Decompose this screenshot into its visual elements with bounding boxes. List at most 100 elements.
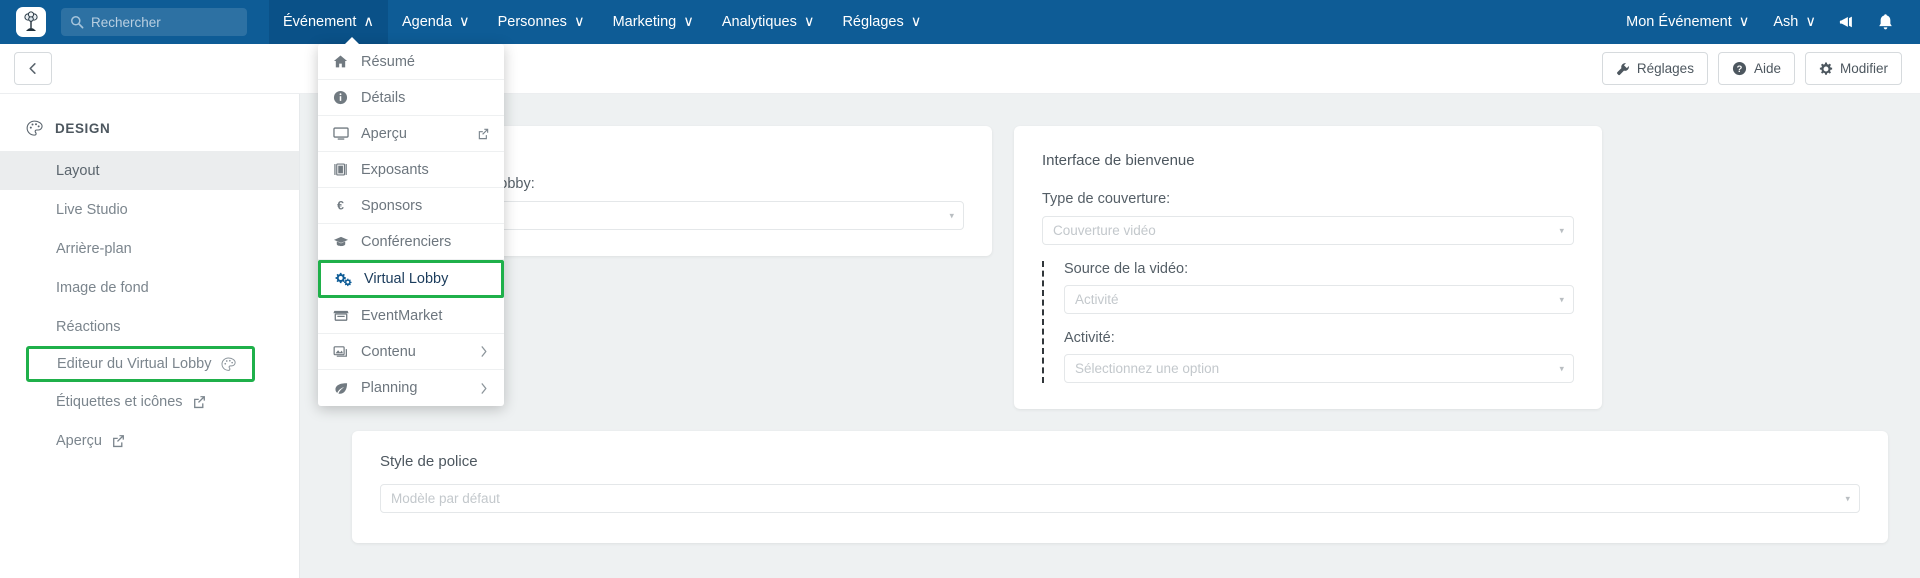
- edit-button-label: Modifier: [1839, 61, 1888, 76]
- back-button[interactable]: [14, 52, 52, 85]
- bell-icon[interactable]: [1866, 0, 1904, 44]
- dropdown-item-label: Conférenciers: [361, 233, 452, 250]
- gear-icon: [1819, 62, 1833, 76]
- chevron-down-icon: ▾: [1559, 363, 1564, 373]
- sidebar-item-editeur-du-virtual-lobby[interactable]: Editeur du Virtual Lobby: [26, 346, 255, 382]
- chevron-down-icon: ▾: [1559, 225, 1564, 235]
- sidebar-item-reactions[interactable]: Réactions: [0, 307, 299, 346]
- dropdown-item-conferenciers[interactable]: Conférenciers: [318, 224, 504, 260]
- activity-select[interactable]: Sélectionnez une option ▾: [1064, 354, 1574, 383]
- sidebar-item-layout[interactable]: Layout: [0, 151, 299, 190]
- user-menu-label: Ash: [1773, 14, 1799, 30]
- book-icon: [332, 162, 349, 177]
- palette-icon: [26, 120, 43, 137]
- search-input[interactable]: [91, 14, 238, 30]
- dropdown-item-virtual-lobby[interactable]: Virtual Lobby: [318, 260, 504, 298]
- evenement-dropdown-menu: Résumé Détails Aperçu Exposants € Sponso…: [318, 37, 504, 406]
- nav-menu-reglages-label: Réglages: [842, 14, 904, 30]
- video-source-select[interactable]: Activité ▾: [1064, 285, 1574, 314]
- page-subheader: Réglages ? Aide Modifier: [0, 44, 1920, 94]
- main-content: mise en page du Lobby: ▾ Interface de bi…: [300, 94, 1920, 578]
- dropdown-item-label: Planning: [361, 380, 418, 396]
- event-switcher[interactable]: Mon Événement ∨: [1614, 0, 1761, 44]
- nav-menu-agenda[interactable]: Agenda ∨: [388, 0, 484, 44]
- sidebar-item-live-studio[interactable]: Live Studio: [0, 190, 299, 229]
- sidebar-item-label: Editeur du Virtual Lobby: [57, 356, 212, 372]
- sidebar-item-label: Réactions: [56, 318, 121, 335]
- sidebar-section-label: DESIGN: [55, 121, 111, 136]
- dropdown-item-resume[interactable]: Résumé: [318, 44, 504, 80]
- svg-text:€: €: [337, 199, 344, 213]
- chevron-right-icon: [480, 382, 488, 395]
- dropdown-item-details[interactable]: Détails: [318, 80, 504, 116]
- edit-button[interactable]: Modifier: [1804, 52, 1902, 85]
- chevron-down-icon: ▾: [1845, 493, 1850, 503]
- cover-type-label: Type de couverture:: [1042, 191, 1171, 207]
- video-source-block: Source de la vidéo: Activité ▾: [1064, 261, 1574, 314]
- monitor-icon: [332, 126, 349, 141]
- chevron-down-icon: ∨: [458, 14, 470, 30]
- external-link-icon: [477, 127, 490, 140]
- activity-label: Activité:: [1064, 330, 1115, 346]
- dropdown-item-label: Sponsors: [361, 197, 423, 214]
- search-box[interactable]: [61, 8, 247, 36]
- chevron-left-icon: [27, 62, 39, 75]
- navbar-right-group: Mon Événement ∨ Ash ∨: [1614, 0, 1920, 44]
- megaphone-icon[interactable]: [1828, 0, 1866, 44]
- nav-menu-analytiques-label: Analytiques: [721, 14, 797, 30]
- chevron-up-icon: ∧: [363, 14, 374, 30]
- welcome-card-title: Interface de bienvenue: [1042, 152, 1195, 169]
- nav-menu-evenement-label: Événement: [283, 14, 357, 30]
- chevron-down-icon: ∨: [910, 14, 922, 30]
- wrench-icon: [1616, 62, 1630, 76]
- home-icon: [332, 54, 349, 69]
- chevron-down-icon: ∨: [803, 14, 815, 30]
- video-source-value: Activité: [1075, 292, 1119, 307]
- dropdown-item-label: EventMarket: [361, 307, 443, 324]
- images-icon: [332, 344, 349, 359]
- cover-type-select[interactable]: Couverture vidéo ▾: [1042, 216, 1574, 245]
- sidebar-item-etiquettes-et-icones[interactable]: Étiquettes et icônes: [0, 382, 299, 421]
- nav-menu-marketing[interactable]: Marketing ∨: [599, 0, 708, 44]
- search-icon: [70, 15, 84, 29]
- cover-type-value: Couverture vidéo: [1053, 223, 1156, 238]
- dropdown-item-sponsors[interactable]: € Sponsors: [318, 188, 504, 224]
- help-button[interactable]: ? Aide: [1717, 52, 1795, 85]
- chevron-down-icon: ∨: [683, 14, 694, 30]
- dropdown-item-label: Résumé: [361, 53, 415, 70]
- nav-menu-analytiques[interactable]: Analytiques ∨: [708, 0, 829, 44]
- sidebar-item-image-de-fond[interactable]: Image de fond: [0, 268, 299, 307]
- nav-menu-reglages[interactable]: Réglages ∨: [828, 0, 935, 44]
- dropdown-item-planning[interactable]: Planning: [318, 370, 504, 406]
- app-logo-icon[interactable]: [16, 7, 46, 37]
- user-menu[interactable]: Ash ∨: [1761, 0, 1828, 44]
- font-style-title: Style de police: [380, 453, 478, 470]
- external-link-icon: [111, 433, 126, 448]
- nav-menu-agenda-label: Agenda: [401, 14, 452, 30]
- welcome-interface-card: Interface de bienvenue Type de couvertur…: [1014, 126, 1602, 409]
- chevron-right-icon: [480, 345, 488, 358]
- cards-row: mise en page du Lobby: ▾ Interface de bi…: [300, 94, 1920, 409]
- activity-value: Sélectionnez une option: [1075, 361, 1220, 376]
- video-source-label: Source de la vidéo:: [1064, 261, 1189, 277]
- dropdown-item-apercu[interactable]: Aperçu: [318, 116, 504, 152]
- dropdown-item-contenu[interactable]: Contenu: [318, 334, 504, 370]
- nav-menu-personnes-label: Personnes: [497, 14, 567, 30]
- nav-menu-evenement[interactable]: Événement ∧: [269, 0, 388, 44]
- dropdown-item-label: Virtual Lobby: [364, 271, 449, 287]
- sidebar-item-label: Live Studio: [56, 201, 128, 218]
- help-button-label: Aide: [1753, 61, 1781, 76]
- font-style-value: Modèle par défaut: [391, 491, 500, 506]
- external-link-icon: [192, 394, 207, 409]
- sidebar-item-apercu[interactable]: Aperçu: [0, 421, 299, 460]
- nav-menu-personnes[interactable]: Personnes ∨: [484, 0, 599, 44]
- font-style-select[interactable]: Modèle par défaut ▾: [380, 484, 1860, 513]
- cogs-icon: [335, 272, 352, 287]
- chevron-down-icon: ∨: [1805, 14, 1816, 30]
- sidebar-item-arriere-plan[interactable]: Arrière-plan: [0, 229, 299, 268]
- header-action-buttons: Réglages ? Aide Modifier: [1601, 52, 1902, 85]
- dropdown-item-eventmarket[interactable]: EventMarket: [318, 298, 504, 334]
- settings-button[interactable]: Réglages: [1601, 52, 1708, 85]
- chevron-down-icon: ∨: [1738, 14, 1750, 30]
- dropdown-item-exposants[interactable]: Exposants: [318, 152, 504, 188]
